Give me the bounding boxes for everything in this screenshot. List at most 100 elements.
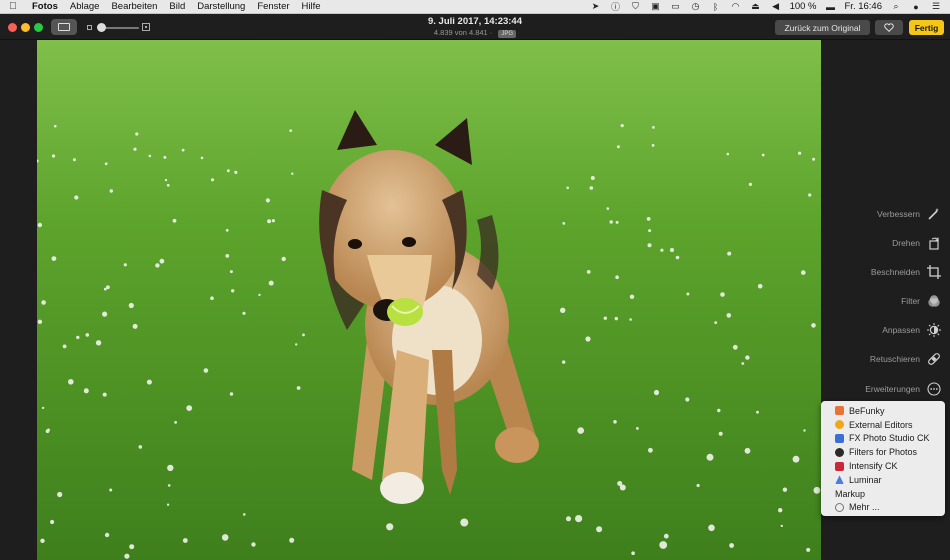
- menu-app-name[interactable]: Fotos: [26, 1, 64, 12]
- info-icon[interactable]: ⓘ: [610, 0, 622, 13]
- menu-item-intensify[interactable]: Intensify CK: [821, 459, 945, 473]
- menu-hilfe[interactable]: Hilfe: [296, 1, 327, 12]
- tool-rotate[interactable]: Drehen: [892, 234, 942, 252]
- menu-item-external-editors[interactable]: External Editors: [821, 418, 945, 432]
- done-button[interactable]: Fertig: [909, 20, 944, 35]
- heart-icon: [884, 23, 894, 32]
- favorite-button[interactable]: [875, 20, 903, 35]
- clover-blossom: [792, 455, 800, 463]
- clover-blossom: [167, 484, 171, 487]
- clover-blossom: [210, 296, 214, 301]
- clover-blossom: [163, 155, 167, 159]
- window-fullscreen-button[interactable]: [34, 23, 43, 32]
- location-icon[interactable]: ➤: [590, 1, 602, 12]
- menu-clock[interactable]: Fr. 16:46: [845, 1, 883, 12]
- menu-fenster[interactable]: Fenster: [251, 1, 295, 12]
- siri-icon[interactable]: ●: [910, 2, 922, 12]
- display-icon[interactable]: ▭: [670, 1, 682, 12]
- menu-bild[interactable]: Bild: [163, 1, 191, 12]
- clover-blossom: [37, 222, 43, 228]
- filter-icon: [926, 293, 942, 309]
- window-minimize-button[interactable]: [21, 23, 30, 32]
- menu-item-label: Intensify CK: [849, 461, 898, 472]
- menu-bar:  Fotos Ablage Bearbeiten Bild Darstellu…: [0, 0, 950, 14]
- more-icon: [926, 381, 942, 397]
- window-close-button[interactable]: [8, 23, 17, 32]
- clover-blossom: [714, 321, 718, 324]
- clover-blossom: [596, 526, 603, 533]
- notification-center-icon[interactable]: ☰: [930, 1, 942, 12]
- menu-item-markup[interactable]: Markup: [821, 487, 945, 501]
- clover-blossom: [133, 147, 137, 151]
- tool-crop[interactable]: Beschneiden: [871, 263, 942, 281]
- menu-item-fx-photo-studio[interactable]: FX Photo Studio CK: [821, 432, 945, 446]
- volume-icon[interactable]: ◀: [770, 1, 782, 12]
- clover-blossom: [748, 182, 753, 186]
- clover-blossom: [268, 280, 274, 286]
- apple-menu-icon[interactable]: : [0, 1, 26, 12]
- clover-blossom: [155, 263, 160, 268]
- battery-percent[interactable]: 100 %: [790, 1, 817, 12]
- eject-icon[interactable]: ⏏: [750, 1, 762, 12]
- clover-blossom: [806, 547, 811, 552]
- tool-adjust-label: Anpassen: [882, 325, 920, 335]
- clover-blossom: [808, 193, 812, 197]
- tool-retouch[interactable]: Retuschieren: [870, 350, 942, 368]
- clover-blossom: [74, 195, 79, 200]
- clover-blossom: [181, 148, 185, 152]
- clover-blossom: [281, 256, 286, 262]
- time-machine-icon[interactable]: ◷: [690, 1, 702, 12]
- lock-icon[interactable]: ▣: [650, 1, 662, 12]
- clover-blossom: [41, 300, 46, 305]
- revert-to-original-button[interactable]: Zurück zum Original: [775, 20, 870, 35]
- external-editors-icon: [835, 420, 844, 430]
- fx-photo-studio-icon: [835, 433, 844, 443]
- menu-item-filters-for-photos[interactable]: Filters for Photos: [821, 445, 945, 459]
- clover-blossom: [234, 170, 238, 174]
- menu-item-more[interactable]: Mehr ...: [821, 501, 945, 515]
- sidebar-view-icon: [58, 23, 70, 31]
- clover-blossom: [652, 126, 655, 129]
- clover-blossom: [167, 464, 174, 472]
- tool-adjust[interactable]: Anpassen: [882, 321, 942, 339]
- clover-blossom: [51, 256, 57, 261]
- clover-blossom: [720, 292, 725, 297]
- tool-extensions[interactable]: Erweiterungen: [865, 380, 942, 398]
- shield-icon[interactable]: ⛉: [630, 1, 642, 12]
- photo-canvas[interactable]: [37, 40, 821, 560]
- clover-blossom: [660, 248, 664, 252]
- clover-blossom: [83, 388, 89, 394]
- wifi-icon[interactable]: ◠: [730, 1, 742, 12]
- spotlight-icon[interactable]: ⌕: [890, 1, 902, 12]
- menu-ablage[interactable]: Ablage: [64, 1, 106, 12]
- clover-blossom: [296, 386, 301, 390]
- clover-blossom: [780, 524, 783, 528]
- clover-blossom: [613, 420, 617, 424]
- clover-blossom: [629, 294, 635, 299]
- menu-darstellung[interactable]: Darstellung: [191, 1, 251, 12]
- menu-item-luminar[interactable]: Luminar: [821, 473, 945, 487]
- filters-for-photos-icon: [835, 447, 844, 457]
- clover-blossom: [669, 247, 675, 253]
- bluetooth-icon[interactable]: ᛒ: [710, 2, 722, 12]
- clover-blossom: [615, 275, 619, 279]
- tool-filter[interactable]: Filter: [901, 292, 942, 310]
- clover-blossom: [242, 311, 246, 315]
- clover-blossom: [146, 379, 152, 385]
- clover-blossom: [647, 243, 652, 248]
- menu-bearbeiten[interactable]: Bearbeiten: [105, 1, 163, 12]
- clover-blossom: [138, 445, 143, 449]
- clover-blossom: [616, 145, 620, 149]
- clover-blossom: [745, 355, 750, 360]
- menu-item-befunky[interactable]: BeFunky: [821, 404, 945, 418]
- clover-blossom: [614, 316, 618, 321]
- clover-blossom: [585, 336, 591, 342]
- clover-blossom: [51, 154, 56, 158]
- zoom-slider-knob[interactable]: [97, 23, 106, 32]
- clover-blossom: [76, 335, 80, 340]
- extensions-menu: BeFunky External Editors FX Photo Studio…: [821, 401, 945, 516]
- tool-enhance[interactable]: Verbessern: [877, 205, 942, 223]
- clover-blossom: [229, 270, 233, 274]
- battery-icon[interactable]: ▬: [825, 2, 837, 12]
- view-toggle-button[interactable]: [51, 19, 77, 35]
